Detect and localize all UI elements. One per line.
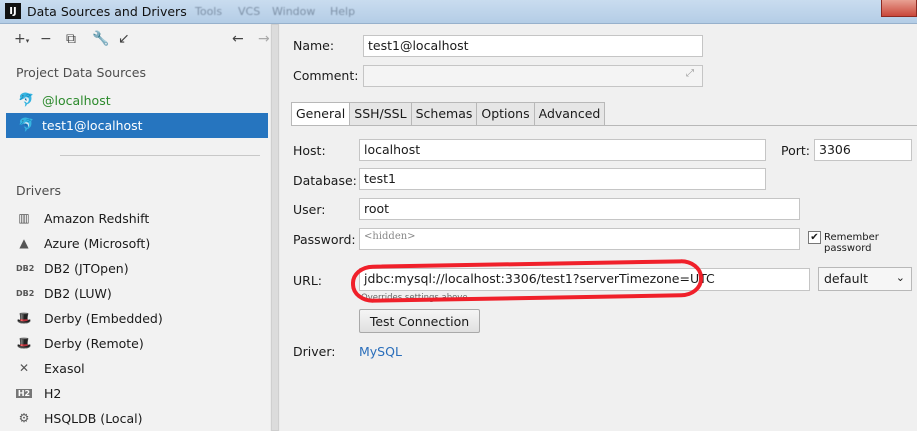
- host-field[interactable]: localhost: [359, 139, 766, 161]
- back-icon[interactable]: ←: [232, 32, 244, 46]
- driver-label: Azure (Microsoft): [44, 235, 151, 251]
- hsqldb-icon: ⚙: [18, 411, 30, 425]
- test-connection-button[interactable]: Test Connection: [359, 309, 480, 333]
- remember-password-checkbox[interactable]: ✔: [808, 231, 821, 244]
- derby-icon: 🎩: [16, 311, 32, 325]
- comment-label: Comment:: [293, 68, 359, 83]
- tab-schemas[interactable]: Schemas: [411, 102, 478, 126]
- driver-link[interactable]: MySQL: [359, 344, 402, 359]
- tab-advanced[interactable]: Advanced: [534, 102, 606, 126]
- project-data-sources-title: Project Data Sources: [16, 65, 147, 80]
- duplicate-icon[interactable]: ⧉: [66, 32, 76, 46]
- window-title: Data Sources and Drivers: [27, 4, 187, 19]
- driver-label: DB2 (JTOpen): [44, 260, 129, 276]
- faded-menu-item: Help: [330, 5, 356, 18]
- driver-label: Derby (Embedded): [44, 310, 163, 326]
- driver-label: HSQLDB (Local): [44, 410, 143, 426]
- tab-divider: [291, 125, 917, 126]
- derby-icon: 🎩: [16, 336, 32, 350]
- faded-menu-item: Tools: [195, 5, 223, 18]
- driver-label: Driver:: [293, 344, 336, 359]
- host-label: Host:: [293, 143, 326, 158]
- forward-icon[interactable]: →: [258, 32, 270, 46]
- user-field[interactable]: root: [359, 198, 800, 220]
- driver-label: DB2 (LUW): [44, 285, 112, 301]
- db2-icon: DB2: [16, 263, 35, 273]
- azure-icon: ▲: [19, 236, 29, 250]
- db2-icon: DB2: [16, 288, 35, 298]
- add-icon[interactable]: +▾: [14, 32, 29, 48]
- driver-label: Exasol: [44, 360, 85, 376]
- tab-ssh-ssl[interactable]: SSH/SSL: [350, 102, 412, 126]
- url-label: URL:: [293, 273, 323, 288]
- data-source-label: @localhost: [42, 93, 111, 108]
- url-mode-select[interactable]: default ⌄: [818, 267, 912, 291]
- driver-item[interactable]: ▲ Azure (Microsoft): [16, 233, 150, 253]
- name-field[interactable]: test1@localhost: [363, 35, 703, 57]
- intellij-app-icon: IJ: [5, 3, 21, 19]
- tab-general[interactable]: General: [291, 102, 351, 126]
- expand-icon[interactable]: ⤢: [686, 68, 694, 79]
- url-hint: Overrides settings above: [361, 293, 468, 303]
- comment-field[interactable]: [363, 65, 703, 87]
- faded-menu-item: VCS: [238, 5, 261, 18]
- h2-icon: H2: [16, 388, 32, 398]
- port-field[interactable]: 3306: [814, 139, 912, 161]
- driver-item[interactable]: 🎩 Derby (Remote): [16, 333, 144, 353]
- driver-item[interactable]: H2 H2: [16, 383, 61, 403]
- faded-menu-item: Window: [272, 5, 316, 18]
- password-label: Password:: [293, 232, 356, 247]
- driver-label: Derby (Remote): [44, 335, 144, 351]
- port-label: Port:: [781, 143, 810, 158]
- remember-password-label: Remember password: [824, 232, 879, 254]
- driver-item[interactable]: ✕ Exasol: [16, 358, 85, 378]
- chevron-down-icon: ⌄: [895, 271, 905, 284]
- data-source-item-test1[interactable]: 🐬 test1@localhost: [6, 113, 268, 138]
- database-label: Database:: [293, 173, 357, 188]
- exasol-icon: ✕: [18, 361, 30, 375]
- wrench-icon[interactable]: 🔧: [92, 32, 109, 46]
- driver-label: Amazon Redshift: [44, 210, 150, 226]
- redshift-icon: ▥: [18, 211, 30, 225]
- driver-item[interactable]: DB2 DB2 (JTOpen): [16, 258, 129, 278]
- driver-item[interactable]: ⚙ HSQLDB (Local): [16, 408, 143, 428]
- window-close-button[interactable]: [881, 0, 917, 17]
- mysql-dolphin-icon: 🐬: [18, 93, 35, 108]
- password-field[interactable]: <hidden>: [359, 228, 800, 250]
- drivers-title: Drivers: [16, 183, 61, 198]
- database-field[interactable]: test1: [359, 168, 766, 190]
- remove-icon[interactable]: −: [40, 32, 52, 46]
- data-source-label: test1@localhost: [42, 118, 143, 133]
- data-source-item-localhost[interactable]: 🐬 @localhost: [6, 88, 268, 113]
- tab-options[interactable]: Options: [477, 102, 535, 126]
- separator: [60, 155, 260, 156]
- mysql-dolphin-icon: 🐬: [18, 118, 35, 133]
- driver-item[interactable]: DB2 DB2 (LUW): [16, 283, 112, 303]
- url-mode-value: default: [824, 271, 868, 286]
- name-label: Name:: [293, 38, 335, 53]
- driver-label: H2: [44, 385, 62, 401]
- data-sources-panel: +▾ − ⧉ 🔧 ↙ ← → Project Data Sources 🐬 @l…: [0, 24, 280, 431]
- url-field[interactable]: jdbc:mysql://localhost:3306/test1?server…: [359, 268, 810, 291]
- title-bar: IJ Data Sources and Drivers Tools VCS Wi…: [0, 0, 917, 24]
- settings-tabs: General SSH/SSL Schemas Options Advanced: [291, 102, 606, 126]
- scrollbar-thumb[interactable]: [271, 24, 279, 431]
- driver-item[interactable]: ▥ Amazon Redshift: [16, 208, 149, 228]
- import-icon[interactable]: ↙: [118, 32, 130, 46]
- driver-item[interactable]: 🎩 Derby (Embedded): [16, 308, 163, 328]
- user-label: User:: [293, 202, 326, 217]
- connection-settings-panel: Name: test1@localhost Comment: ⤢ General…: [281, 24, 917, 431]
